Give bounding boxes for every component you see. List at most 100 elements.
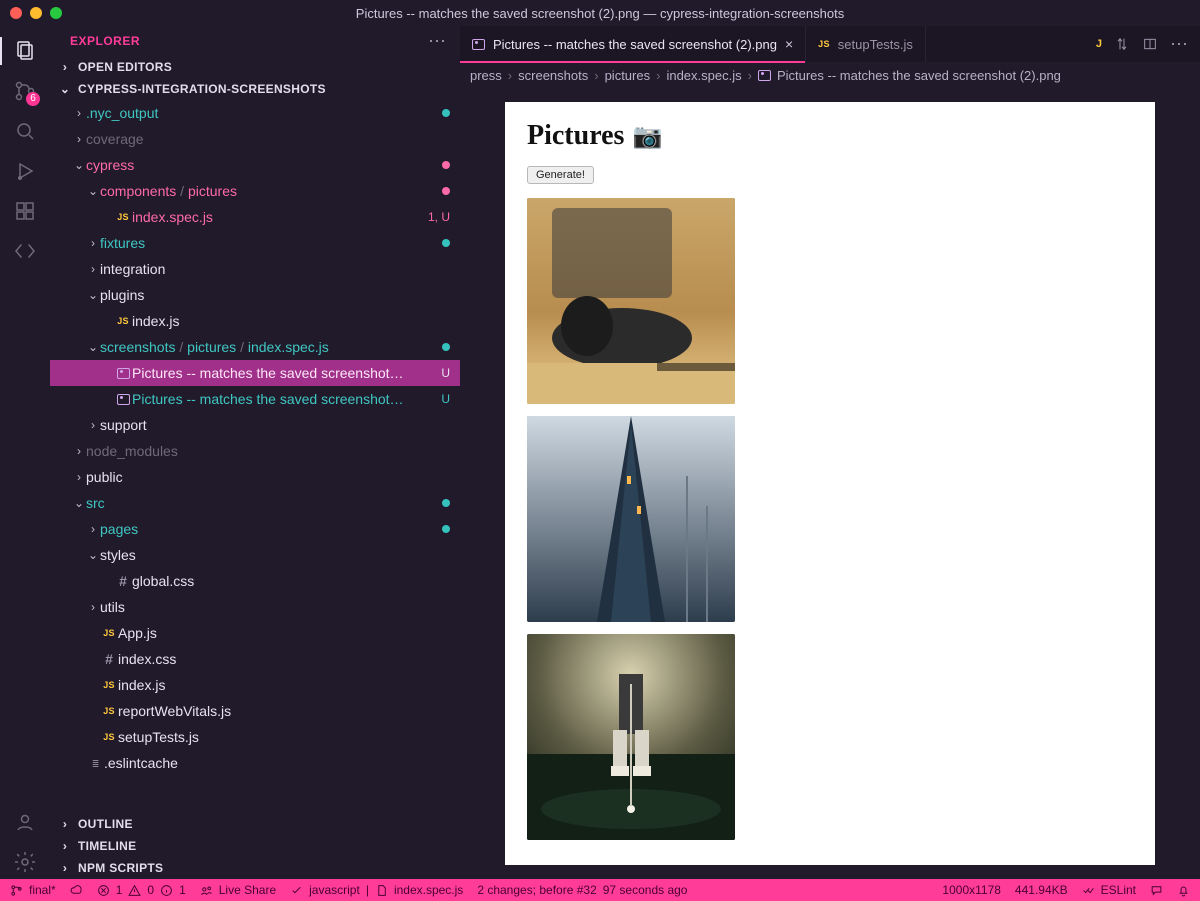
folder-row[interactable]: ›pages xyxy=(50,516,460,542)
text-file-icon: ≣ xyxy=(86,757,104,770)
file-row[interactable]: #index.css xyxy=(50,646,460,672)
tab-actions: J⋯ xyxy=(1084,26,1200,62)
folder-name: src xyxy=(86,495,442,511)
image-file-icon xyxy=(472,39,485,50)
folder-row[interactable]: ⌄components / pictures xyxy=(50,178,460,204)
breadcrumb-item[interactable]: pictures xyxy=(605,68,651,83)
tab-more-icon[interactable]: ⋯ xyxy=(1170,34,1188,55)
info-icon xyxy=(160,884,173,897)
status-lang[interactable]: javascript | index.spec.js xyxy=(290,883,463,897)
file-tree: ›.nyc_output›coverage⌄cypress⌄components… xyxy=(50,100,460,813)
folder-name: pages xyxy=(100,521,442,537)
file-row[interactable]: ≣.eslintcache xyxy=(50,750,460,776)
open-editors-section[interactable]: › OPEN EDITORS xyxy=(50,56,460,78)
folder-row[interactable]: ⌄screenshots / pictures / index.spec.js xyxy=(50,334,460,360)
run-debug-icon[interactable] xyxy=(8,154,42,188)
status-file-label: index.spec.js xyxy=(394,883,463,897)
eslint-label: ESLint xyxy=(1101,883,1136,897)
folder-row[interactable]: ⌄src xyxy=(50,490,460,516)
outline-section[interactable]: › OUTLINE xyxy=(50,813,460,835)
file-row[interactable]: #global.css xyxy=(50,568,460,594)
source-control-icon[interactable]: 6 xyxy=(8,74,42,108)
folder-row[interactable]: ⌄styles xyxy=(50,542,460,568)
camera-icon: 📷 xyxy=(632,122,662,151)
status-branch[interactable]: final* xyxy=(10,883,56,897)
status-sync[interactable] xyxy=(70,884,83,897)
breadcrumb-item[interactable]: index.spec.js xyxy=(666,68,741,83)
liveshare-label: Live Share xyxy=(219,883,276,897)
npm-scripts-section[interactable]: › NPM SCRIPTS xyxy=(50,857,460,879)
status-changes[interactable]: 2 changes; before #32 97 seconds ago xyxy=(477,883,687,897)
settings-gear-icon[interactable] xyxy=(8,845,42,879)
file-row[interactable]: JSsetupTests.js xyxy=(50,724,460,750)
folder-row[interactable]: ⌄cypress xyxy=(50,152,460,178)
preview-thumb-2 xyxy=(527,416,735,622)
preview-thumb-3 xyxy=(527,634,735,840)
bell-icon xyxy=(1177,884,1190,897)
file-row[interactable]: JSindex.js xyxy=(50,308,460,334)
chevron-right-icon: › xyxy=(86,600,100,614)
close-tab-icon[interactable]: × xyxy=(785,36,793,52)
breadcrumb-item[interactable]: Pictures -- matches the saved screenshot… xyxy=(777,68,1061,83)
explorer-icon[interactable] xyxy=(8,34,42,68)
css-file-icon: # xyxy=(100,651,118,667)
file-row[interactable]: JSreportWebVitals.js xyxy=(50,698,460,724)
folder-row[interactable]: ›utils xyxy=(50,594,460,620)
folder-row[interactable]: ⌄plugins xyxy=(50,282,460,308)
folder-row[interactable]: ›public xyxy=(50,464,460,490)
split-editor-icon[interactable] xyxy=(1142,36,1158,52)
editor-tab[interactable]: Pictures -- matches the saved screenshot… xyxy=(460,26,806,62)
error-count: 1 xyxy=(116,883,123,897)
folder-row[interactable]: ›fixtures xyxy=(50,230,460,256)
row-decorations xyxy=(442,109,450,117)
file-name: index.js xyxy=(132,313,450,329)
jest-icon[interactable]: J xyxy=(1096,38,1102,50)
folder-row[interactable]: ›coverage xyxy=(50,126,460,152)
file-row[interactable]: JSApp.js xyxy=(50,620,460,646)
file-icon xyxy=(375,884,388,897)
editor-tabs: Pictures -- matches the saved screenshot… xyxy=(460,26,1200,62)
generate-button[interactable]: Generate! xyxy=(527,166,594,184)
js-file-icon: JS xyxy=(818,39,830,49)
file-row[interactable]: JSindex.js xyxy=(50,672,460,698)
folder-row[interactable]: ›integration xyxy=(50,256,460,282)
file-row[interactable]: Pictures -- matches the saved screenshot… xyxy=(50,386,460,412)
status-feedback[interactable] xyxy=(1150,884,1163,897)
breadcrumb-item[interactable]: screenshots xyxy=(518,68,588,83)
status-bell[interactable] xyxy=(1177,884,1190,897)
chevron-down-icon: ⌄ xyxy=(58,82,72,96)
status-liveshare[interactable]: Live Share xyxy=(200,883,276,897)
file-row[interactable]: JSindex.spec.js1, U xyxy=(50,204,460,230)
remote-icon[interactable] xyxy=(8,234,42,268)
file-row[interactable]: Pictures -- matches the saved screenshot… xyxy=(50,360,460,386)
status-filesize[interactable]: 441.94KB xyxy=(1015,883,1068,897)
folder-row[interactable]: ›.nyc_output xyxy=(50,100,460,126)
npm-scripts-label: NPM SCRIPTS xyxy=(78,861,163,875)
git-status: U xyxy=(441,392,450,406)
folder-row[interactable]: ›support xyxy=(50,412,460,438)
status-problems[interactable]: 1 0 1 xyxy=(97,883,186,897)
folder-row[interactable]: ›node_modules xyxy=(50,438,460,464)
preview-heading: Pictures 📷 xyxy=(527,120,1133,152)
editor-tab[interactable]: JSsetupTests.js xyxy=(806,26,926,62)
search-icon[interactable] xyxy=(8,114,42,148)
row-decorations xyxy=(442,239,450,247)
timeline-section[interactable]: › TIMELINE xyxy=(50,835,460,857)
compare-icon[interactable] xyxy=(1114,36,1130,52)
chevron-right-icon: › xyxy=(58,861,72,875)
row-decorations xyxy=(442,525,450,533)
folder-name: public xyxy=(86,469,450,485)
accounts-icon[interactable] xyxy=(8,805,42,839)
git-status: U xyxy=(441,366,450,380)
project-section[interactable]: ⌄ CYPRESS-INTEGRATION-SCREENSHOTS xyxy=(50,78,460,100)
row-decorations xyxy=(442,499,450,507)
status-dimensions[interactable]: 1000x1178 xyxy=(942,883,1001,897)
image-file-icon xyxy=(114,394,132,405)
extensions-icon[interactable] xyxy=(8,194,42,228)
breadcrumbs[interactable]: press›screenshots›pictures›index.spec.js… xyxy=(460,62,1200,88)
status-eslint[interactable]: ESLint xyxy=(1082,883,1136,897)
breadcrumb-item[interactable]: press xyxy=(470,68,502,83)
chevron-down-icon: ⌄ xyxy=(86,184,100,198)
preview-page: Pictures 📷 Generate! xyxy=(505,102,1155,865)
explorer-more-icon[interactable]: ⋯ xyxy=(428,36,446,46)
